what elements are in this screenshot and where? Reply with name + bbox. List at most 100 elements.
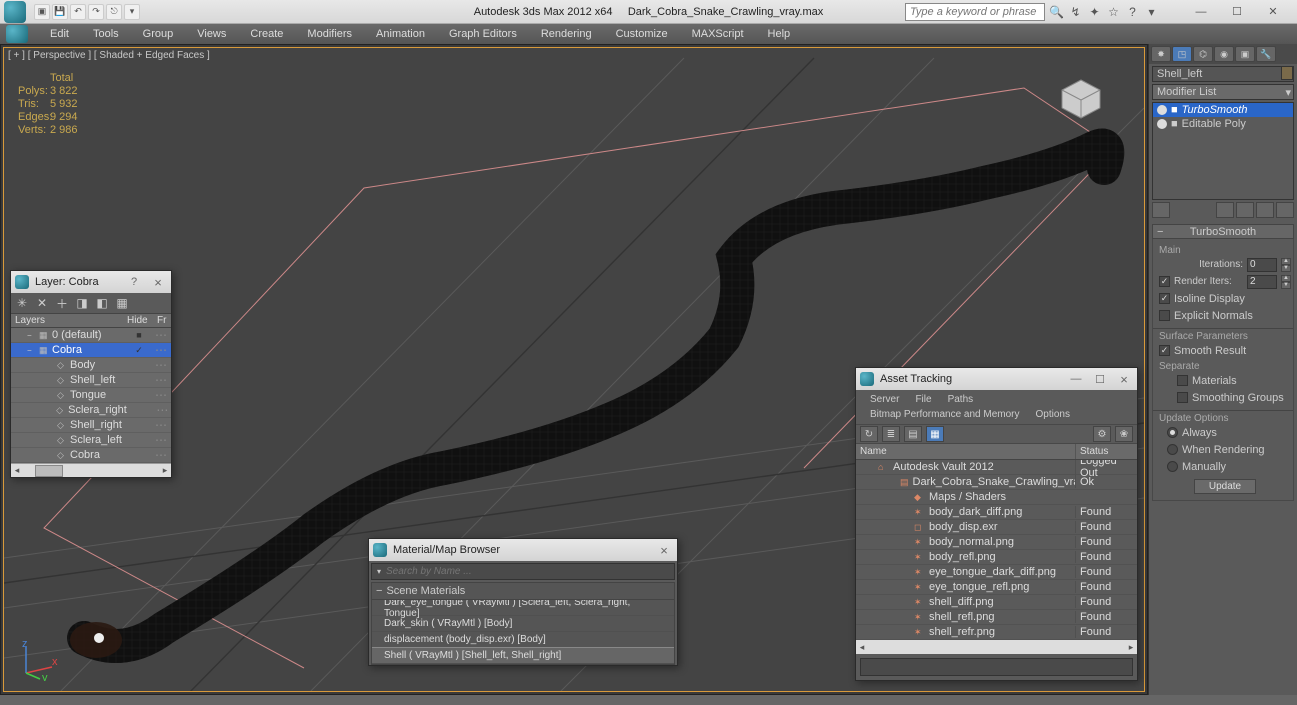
- explicit-checkbox[interactable]: [1159, 310, 1170, 321]
- layer-row[interactable]: ◇Shell_left⋯: [11, 373, 171, 388]
- asset-table-icon[interactable]: ▦: [926, 426, 944, 442]
- asset-menu-server[interactable]: Server: [862, 392, 907, 407]
- rollout-turbosmooth[interactable]: −TurboSmooth: [1152, 224, 1294, 239]
- layer-row[interactable]: ◇Shell_right⋯: [11, 418, 171, 433]
- tab-hierarchy-icon[interactable]: ⌬: [1193, 46, 1213, 62]
- layer-panel-titlebar[interactable]: Layer: Cobra ? ×: [11, 271, 171, 293]
- menu-rendering[interactable]: Rendering: [529, 24, 604, 44]
- material-item[interactable]: displacement (body_disp.exr) [Body]: [372, 632, 674, 648]
- asset-help-icon[interactable]: ❀: [1115, 426, 1133, 442]
- object-name-field[interactable]: Shell_left: [1152, 66, 1294, 82]
- update-button[interactable]: Update: [1194, 479, 1256, 494]
- asset-list-icon[interactable]: ▤: [904, 426, 922, 442]
- layer-row[interactable]: ◇Sclera_left⋯: [11, 433, 171, 448]
- key-icon[interactable]: ↯: [1068, 4, 1083, 19]
- asset-row[interactable]: ▤Dark_Cobra_Snake_Crawling_vray.maxOk: [856, 475, 1137, 490]
- qat-more-icon[interactable]: ▾: [124, 4, 140, 20]
- star-icon[interactable]: ☆: [1106, 4, 1121, 19]
- asset-menu-file[interactable]: File: [907, 392, 939, 407]
- help-search-input[interactable]: [905, 3, 1045, 21]
- app-icon[interactable]: [4, 1, 26, 23]
- asset-hscrollbar[interactable]: ◂▸: [856, 640, 1137, 654]
- layer-col-fr[interactable]: Fr: [153, 314, 171, 327]
- asset-menu-paths[interactable]: Paths: [940, 392, 982, 407]
- render-iters-spinner[interactable]: 2: [1247, 275, 1277, 289]
- qat-link-icon[interactable]: ⎋: [106, 4, 122, 20]
- mat-search-input[interactable]: [386, 566, 674, 577]
- menu-create[interactable]: Create: [238, 24, 295, 44]
- show-end-result-icon[interactable]: [1216, 202, 1234, 218]
- material-item[interactable]: Shell ( VRayMtl ) [Shell_left, Shell_rig…: [372, 648, 674, 664]
- asset-row[interactable]: ✶eye_tongue_refl.pngFound: [856, 580, 1137, 595]
- layer-row[interactable]: ◇Cobra⋯: [11, 448, 171, 463]
- render-iters-spinner-arrows[interactable]: ▲▼: [1281, 275, 1291, 289]
- tab-create-icon[interactable]: ✸: [1151, 46, 1171, 62]
- asset-tree-icon[interactable]: ≣: [882, 426, 900, 442]
- modifier-editable-poly[interactable]: ■Editable Poly: [1153, 117, 1293, 131]
- asset-row[interactable]: ✶eye_tongue_dark_diff.pngFound: [856, 565, 1137, 580]
- remove-modifier-icon[interactable]: [1256, 202, 1274, 218]
- add-to-layer-icon[interactable]: ＋: [55, 296, 69, 310]
- layer-row[interactable]: −▦0 (default)■⋯: [11, 328, 171, 343]
- object-color-swatch[interactable]: [1281, 66, 1293, 80]
- material-item[interactable]: Dark_eye_tongue ( VRayMtl ) [Sclera_left…: [372, 600, 674, 616]
- new-layer-icon[interactable]: ✳: [15, 296, 29, 310]
- mat-group-scene[interactable]: −Scene Materials: [371, 582, 675, 600]
- modifier-turbosmooth[interactable]: ■TurboSmooth: [1153, 103, 1293, 117]
- configure-sets-icon[interactable]: [1276, 202, 1294, 218]
- layer-col-hide[interactable]: Hide: [123, 314, 153, 327]
- minimize-button[interactable]: —: [1183, 1, 1219, 23]
- asset-row[interactable]: ✶shell_refr.pngFound: [856, 625, 1137, 640]
- delete-layer-icon[interactable]: ✕: [35, 296, 49, 310]
- menu-modifiers[interactable]: Modifiers: [295, 24, 364, 44]
- layer-hscrollbar[interactable]: ◂▸: [11, 463, 171, 477]
- asset-min-icon[interactable]: —: [1067, 373, 1085, 385]
- select-highlight-icon[interactable]: ◨: [75, 296, 89, 310]
- close-button[interactable]: ✕: [1255, 1, 1291, 23]
- qat-redo-icon[interactable]: ↷: [88, 4, 104, 20]
- menu-animation[interactable]: Animation: [364, 24, 437, 44]
- help-drop-icon[interactable]: ▾: [1144, 4, 1159, 19]
- asset-menu-options[interactable]: Options: [1028, 407, 1078, 422]
- tab-motion-icon[interactable]: ◉: [1214, 46, 1234, 62]
- asset-row[interactable]: ◻body_disp.exrFound: [856, 520, 1137, 535]
- asset-options-icon[interactable]: ⚙: [1093, 426, 1111, 442]
- qat-open-icon[interactable]: ▣: [34, 4, 50, 20]
- render-iters-checkbox[interactable]: ✓: [1159, 276, 1170, 287]
- smooth-result-checkbox[interactable]: ✓: [1159, 345, 1170, 356]
- when-rendering-radio[interactable]: [1167, 444, 1178, 455]
- layer-close-icon[interactable]: ×: [149, 275, 167, 290]
- asset-menu-bitmap-performance-and-memory[interactable]: Bitmap Performance and Memory: [862, 407, 1028, 422]
- search-icon[interactable]: 🔍: [1049, 4, 1064, 19]
- asset-max-icon[interactable]: ☐: [1091, 373, 1109, 386]
- isoline-checkbox[interactable]: ✓: [1159, 293, 1170, 304]
- asset-row[interactable]: ✶shell_refl.pngFound: [856, 610, 1137, 625]
- pin-stack-icon[interactable]: [1152, 202, 1170, 218]
- menu-graph-editors[interactable]: Graph Editors: [437, 24, 529, 44]
- smoothing-groups-checkbox[interactable]: [1177, 392, 1188, 403]
- asset-refresh-icon[interactable]: ↻: [860, 426, 878, 442]
- modifier-list-dropdown[interactable]: Modifier List: [1152, 84, 1294, 100]
- layer-row[interactable]: ◇Tongue⋯: [11, 388, 171, 403]
- viewcube[interactable]: [1058, 78, 1104, 120]
- tab-utilities-icon[interactable]: 🔧: [1256, 46, 1276, 62]
- mat-titlebar[interactable]: Material/Map Browser ×: [369, 539, 677, 561]
- asset-titlebar[interactable]: Asset Tracking — ☐ ×: [856, 368, 1137, 390]
- menu-maxscript[interactable]: MAXScript: [680, 24, 756, 44]
- mat-close-icon[interactable]: ×: [655, 543, 673, 558]
- menu-tools[interactable]: Tools: [81, 24, 131, 44]
- always-radio[interactable]: [1167, 427, 1178, 438]
- make-unique-icon[interactable]: [1236, 202, 1254, 218]
- asset-close-icon[interactable]: ×: [1115, 372, 1133, 387]
- asset-row[interactable]: ✶body_dark_diff.pngFound: [856, 505, 1137, 520]
- tab-display-icon[interactable]: ▣: [1235, 46, 1255, 62]
- materials-checkbox[interactable]: [1177, 375, 1188, 386]
- qat-undo-icon[interactable]: ↶: [70, 4, 86, 20]
- modifier-stack[interactable]: ■TurboSmooth■Editable Poly: [1152, 102, 1294, 200]
- asset-row[interactable]: ✶body_refl.pngFound: [856, 550, 1137, 565]
- qat-save-icon[interactable]: 💾: [52, 4, 68, 20]
- menu-edit[interactable]: Edit: [38, 24, 81, 44]
- menu-views[interactable]: Views: [185, 24, 238, 44]
- asset-row[interactable]: ✶shell_diff.pngFound: [856, 595, 1137, 610]
- hide-unhide-icon[interactable]: ▦: [115, 296, 129, 310]
